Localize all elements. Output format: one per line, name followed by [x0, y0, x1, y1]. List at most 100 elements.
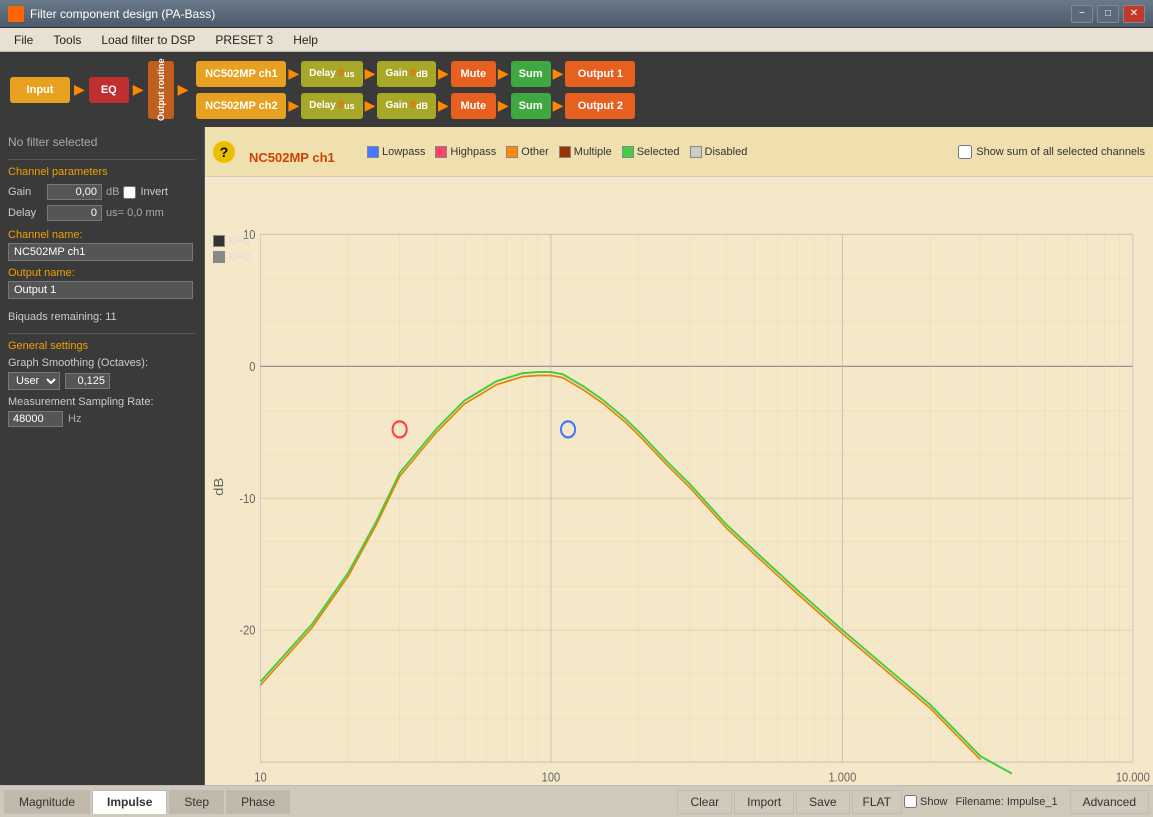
title-controls: − □ ✕ [1071, 5, 1145, 23]
show-check: Show [904, 795, 948, 808]
help-button[interactable]: ? [213, 141, 235, 163]
flow-output-ch1[interactable]: Output 1 [565, 61, 635, 87]
flow-nc502-ch2[interactable]: NC502MP ch2 [196, 93, 286, 119]
flow-split: NC502MP ch1 ▶ Delay 0us ▶ Gain 0dB ▶ Mut… [196, 61, 635, 119]
save-button[interactable]: Save [796, 790, 849, 814]
legend-lowpass: Lowpass [367, 146, 425, 158]
import-button[interactable]: Import [734, 790, 794, 814]
flow-nc502-ch1[interactable]: NC502MP ch1 [196, 61, 286, 87]
out-name-label: Output name: [8, 267, 196, 279]
ch-name-input[interactable] [8, 243, 193, 261]
sample-row: Hz [8, 411, 196, 427]
flow-output-ch2[interactable]: Output 2 [565, 93, 635, 119]
flow-input[interactable]: Input [10, 77, 70, 103]
show-sum-checkbox[interactable] [958, 145, 972, 159]
smooth-row: User [8, 372, 196, 390]
title-text: Filter component design (PA-Bass) [30, 7, 215, 21]
flat-button[interactable]: FLAT [852, 790, 902, 814]
invert-checkbox[interactable] [123, 186, 136, 199]
sample-input[interactable] [8, 411, 63, 427]
channel-params-title: Channel parameters [8, 159, 196, 178]
out-name-input[interactable] [8, 281, 193, 299]
title-bar: Filter component design (PA-Bass) − □ ✕ [0, 0, 1153, 28]
flow-mute-ch1[interactable]: Mute [451, 61, 496, 87]
legend-other-label: Other [521, 146, 549, 158]
bottom-bar: Magnitude Impulse Step Phase Clear Impor… [0, 785, 1153, 817]
clear-button[interactable]: Clear [677, 790, 732, 814]
show-checkbox[interactable] [904, 795, 917, 808]
close-button[interactable]: ✕ [1123, 5, 1145, 23]
minimize-button[interactable]: − [1071, 5, 1093, 23]
delay-unit: us= 0,0 mm [106, 207, 164, 219]
legend-multiple: Multiple [559, 146, 612, 158]
maximize-button[interactable]: □ [1097, 5, 1119, 23]
graph-title: NC502MP ch1 [249, 150, 359, 165]
left-panel: No filter selected Channel parameters Ga… [0, 127, 205, 785]
delay-row: Delay us= 0,0 mm [8, 205, 196, 221]
filename-label: Filename: Impulse_1 [950, 796, 1064, 808]
legend-selected-label: Selected [637, 146, 680, 158]
ch1-checkbox[interactable] [213, 235, 225, 247]
svg-text:-10: -10 [239, 491, 255, 506]
svg-text:10.000: 10.000 [1116, 770, 1150, 785]
ch2-checkbox[interactable] [213, 251, 225, 263]
flow-sum-ch1[interactable]: Sum [511, 61, 551, 87]
flow-output-routine[interactable]: Output routine [148, 61, 174, 119]
delay-label: Delay [8, 207, 43, 219]
legend-highpass-box [435, 146, 447, 158]
legend-other-box [506, 146, 518, 158]
ch2-check-item: CH2 [213, 251, 251, 263]
app-icon [8, 6, 24, 22]
gain-input[interactable] [47, 184, 102, 200]
flow-mute-ch2[interactable]: Mute [451, 93, 496, 119]
legend-highpass-label: Highpass [450, 146, 496, 158]
legend-lowpass-label: Lowpass [382, 146, 425, 158]
flow-delay-ch1[interactable]: Delay 0us [301, 61, 363, 87]
legend-disabled-label: Disabled [705, 146, 748, 158]
smooth-select[interactable]: User [8, 372, 60, 390]
legend-multiple-box [559, 146, 571, 158]
legend-disabled-box [690, 146, 702, 158]
chart-container[interactable]: CH1 CH2 dB [205, 177, 1153, 785]
graph-smooth-label: Graph Smoothing (Octaves): [8, 357, 196, 369]
biquads-text: Biquads remaining: 11 [8, 311, 196, 323]
flow-gain-ch1[interactable]: Gain 0dB [377, 61, 436, 87]
main-area: No filter selected Channel parameters Ga… [0, 127, 1153, 785]
gain-row: Gain dB Invert [8, 184, 196, 200]
menu-help[interactable]: Help [283, 31, 328, 49]
invert-label: Invert [140, 186, 168, 198]
flow-arrow-1: ▶ [74, 81, 85, 98]
legend: Lowpass Highpass Other Multiple Selected [367, 146, 747, 158]
ch2-label: CH2 [229, 251, 251, 263]
show-label: Show [920, 796, 948, 808]
ch1-check-item: CH1 [213, 235, 251, 247]
tab-phase[interactable]: Phase [226, 790, 290, 814]
flow-delay-ch2[interactable]: Delay 0us [301, 93, 363, 119]
signal-flow: Input ▶ EQ ▶ Output routine ▶ NC502MP ch… [0, 52, 1153, 127]
advanced-button[interactable]: Advanced [1070, 790, 1149, 814]
menu-file[interactable]: File [4, 31, 43, 49]
ch-name-label: Channel name: [8, 229, 196, 241]
legend-highpass: Highpass [435, 146, 496, 158]
menu-bar: File Tools Load filter to DSP PRESET 3 H… [0, 28, 1153, 52]
sample-unit: Hz [68, 413, 81, 425]
menu-tools[interactable]: Tools [43, 31, 91, 49]
legend-selected-box [622, 146, 634, 158]
tab-magnitude[interactable]: Magnitude [4, 790, 90, 814]
menu-load-dsp[interactable]: Load filter to DSP [91, 31, 205, 49]
legend-other: Other [506, 146, 549, 158]
flow-sum-ch2[interactable]: Sum [511, 93, 551, 119]
legend-lowpass-box [367, 146, 379, 158]
flow-eq[interactable]: EQ [89, 77, 129, 103]
flow-gain-ch2[interactable]: Gain 0dB [377, 93, 436, 119]
tab-step[interactable]: Step [169, 790, 224, 814]
menu-preset[interactable]: PRESET 3 [205, 31, 283, 49]
no-filter-text: No filter selected [8, 135, 196, 149]
smooth-value-input[interactable] [65, 373, 110, 389]
tab-impulse[interactable]: Impulse [92, 790, 167, 814]
legend-multiple-label: Multiple [574, 146, 612, 158]
show-sum-label: Show sum of all selected channels [976, 146, 1145, 158]
channel-checkboxes: CH1 CH2 [213, 235, 251, 263]
flow-ch2: NC502MP ch2 ▶ Delay 0us ▶ Gain 0dB ▶ Mut… [196, 93, 635, 119]
delay-input[interactable] [47, 205, 102, 221]
